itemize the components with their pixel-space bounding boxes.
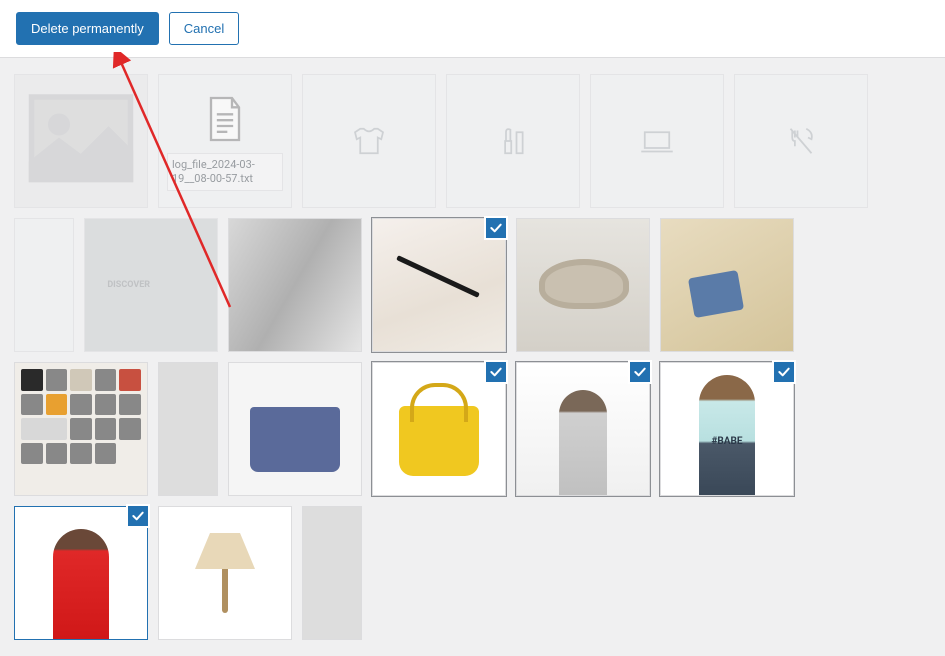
partial-icon [15, 219, 73, 351]
selected-check-icon[interactable] [484, 360, 508, 384]
cancel-button[interactable]: Cancel [169, 12, 239, 45]
makeup-photo[interactable] [372, 218, 506, 352]
image-placeholder[interactable] [14, 74, 148, 208]
model-gray-photo[interactable] [516, 362, 650, 496]
yellow-bag-photo[interactable] [372, 362, 506, 496]
restaurant-icon [735, 75, 867, 207]
tshirt-icon[interactable] [302, 74, 436, 208]
photo-thumbnail [15, 363, 147, 495]
photo-thumbnail [229, 363, 361, 495]
lipstick-icon[interactable] [446, 74, 580, 208]
partial-item-2[interactable] [158, 362, 218, 496]
flatlay-photo[interactable] [14, 362, 148, 496]
file-caption: log_file_2024-03-19__08-00-57.txt [167, 153, 283, 192]
photo-thumbnail [661, 219, 793, 351]
document-icon [197, 91, 253, 147]
partial-item-3[interactable] [302, 506, 362, 640]
lipstick-icon [447, 75, 579, 207]
delete-permanently-button[interactable]: Delete permanently [16, 12, 159, 45]
blue-bag-photo[interactable] [228, 362, 362, 496]
text-file[interactable]: log_file_2024-03-19__08-00-57.txt [158, 74, 292, 208]
selected-check-icon[interactable] [126, 504, 150, 528]
media-library-grid: log_file_2024-03-19__08-00-57.txt DISCOV… [0, 58, 945, 656]
photo-thumbnail [159, 363, 217, 495]
photo-thumbnail [517, 219, 649, 351]
tshirt-icon [303, 75, 435, 207]
photo-thumbnail [159, 507, 291, 639]
file-card: log_file_2024-03-19__08-00-57.txt [159, 75, 291, 207]
toolbar: Delete permanently Cancel [0, 0, 945, 58]
women-bw-photo[interactable] [228, 218, 362, 352]
payment-logos[interactable]: DISCOVER [84, 218, 218, 352]
beach-bag-photo[interactable] [660, 218, 794, 352]
photo-thumbnail [229, 219, 361, 351]
model-babe-photo[interactable] [660, 362, 794, 496]
restaurant-icon[interactable] [734, 74, 868, 208]
photo-thumbnail: DISCOVER [85, 219, 217, 351]
lamp-photo[interactable] [158, 506, 292, 640]
selected-check-icon[interactable] [484, 216, 508, 240]
image-placeholder-icon [15, 75, 147, 207]
laptop-icon[interactable] [590, 74, 724, 208]
selected-check-icon[interactable] [772, 360, 796, 384]
laptop-icon [591, 75, 723, 207]
model-red-photo[interactable] [14, 506, 148, 640]
hat-photo[interactable] [516, 218, 650, 352]
partial-item-1[interactable] [14, 218, 74, 352]
photo-thumbnail [303, 507, 361, 639]
selected-check-icon[interactable] [628, 360, 652, 384]
